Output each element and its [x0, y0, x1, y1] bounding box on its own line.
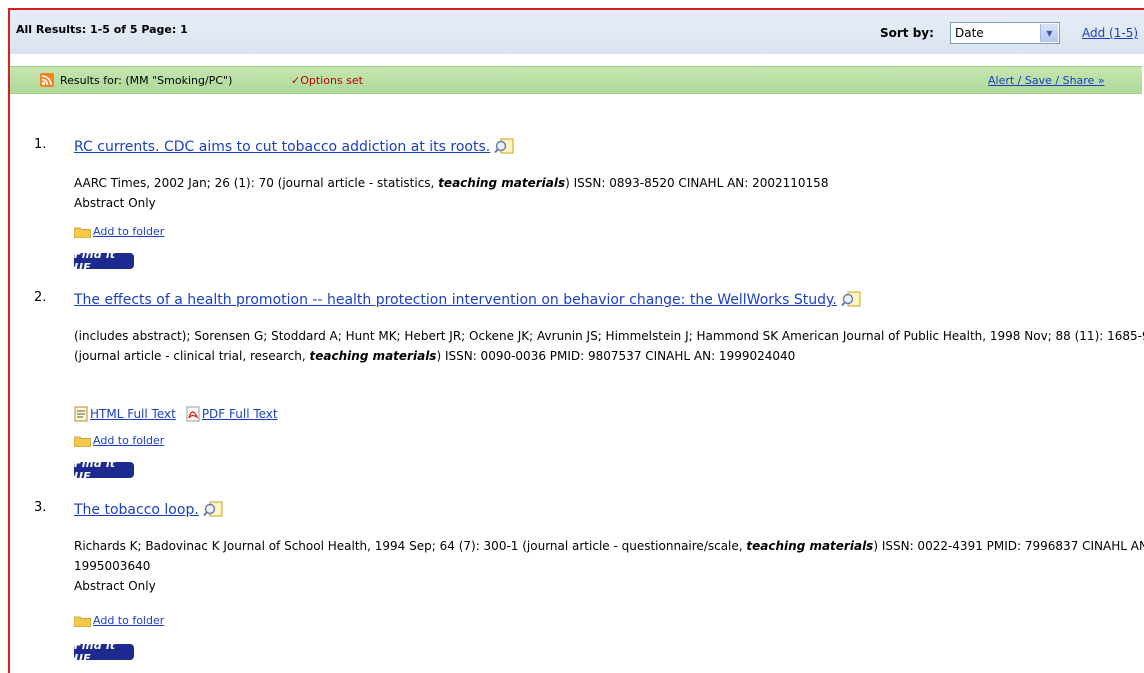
- results-count: All Results: 1-5 of 5 Page: 1: [16, 23, 188, 36]
- pdf-icon: [186, 406, 200, 422]
- html-full-text-link[interactable]: HTML Full Text: [74, 406, 176, 422]
- find-it-uf-button[interactable]: Find it UF: [74, 457, 134, 483]
- sort-label: Sort by:: [880, 26, 934, 40]
- result-title-link[interactable]: RC currents. CDC aims to cut tobacco add…: [74, 137, 514, 155]
- availability-note: Abstract Only: [74, 196, 156, 210]
- add-to-folder-link[interactable]: Add to folder: [74, 225, 164, 238]
- folder-icon: [74, 436, 91, 447]
- pdf-full-text-link[interactable]: PDF Full Text: [186, 406, 278, 422]
- result-number: 1.: [34, 137, 47, 152]
- find-it-uf-button[interactable]: Find it UF: [74, 248, 134, 274]
- sort-select[interactable]: Date ▼: [950, 22, 1060, 44]
- add-to-folder-link[interactable]: Add to folder: [74, 614, 164, 627]
- result-title-link[interactable]: The effects of a health promotion -- hea…: [74, 290, 861, 308]
- result-number: 3.: [34, 500, 47, 515]
- result-citation: Richards K; Badovinac K Journal of Schoo…: [74, 539, 1144, 593]
- preview-icon[interactable]: [203, 500, 223, 518]
- add-to-folder-link[interactable]: Add to folder: [74, 434, 164, 447]
- rss-icon[interactable]: [40, 73, 54, 87]
- sort-select-value: Date: [955, 26, 984, 40]
- folder-icon: [74, 227, 91, 238]
- chevron-down-icon[interactable]: ▼: [1040, 24, 1058, 42]
- availability-note: Abstract Only: [74, 579, 156, 593]
- find-it-uf-button[interactable]: Find it UF: [74, 639, 134, 665]
- alert-save-share-link[interactable]: Alert / Save / Share »: [988, 74, 1105, 87]
- result-number: 2.: [34, 290, 47, 305]
- full-text-links: HTML Full Text PDF Full Text: [74, 406, 288, 422]
- add-results-link[interactable]: Add (1-5): [1082, 26, 1138, 40]
- options-set-indicator: ✓Options set: [291, 74, 363, 87]
- folder-icon: [74, 616, 91, 627]
- result-citation: AARC Times, 2002 Jan; 26 (1): 70 (journa…: [74, 176, 829, 210]
- result-citation: (includes abstract); Sorensen G; Stoddar…: [74, 329, 1144, 363]
- preview-icon[interactable]: [840, 290, 861, 308]
- result-title-link[interactable]: The tobacco loop.: [74, 500, 223, 518]
- results-for-query: Results for: (MM "Smoking/PC"): [60, 74, 233, 87]
- html-document-icon: [74, 406, 88, 422]
- preview-icon[interactable]: [494, 137, 514, 155]
